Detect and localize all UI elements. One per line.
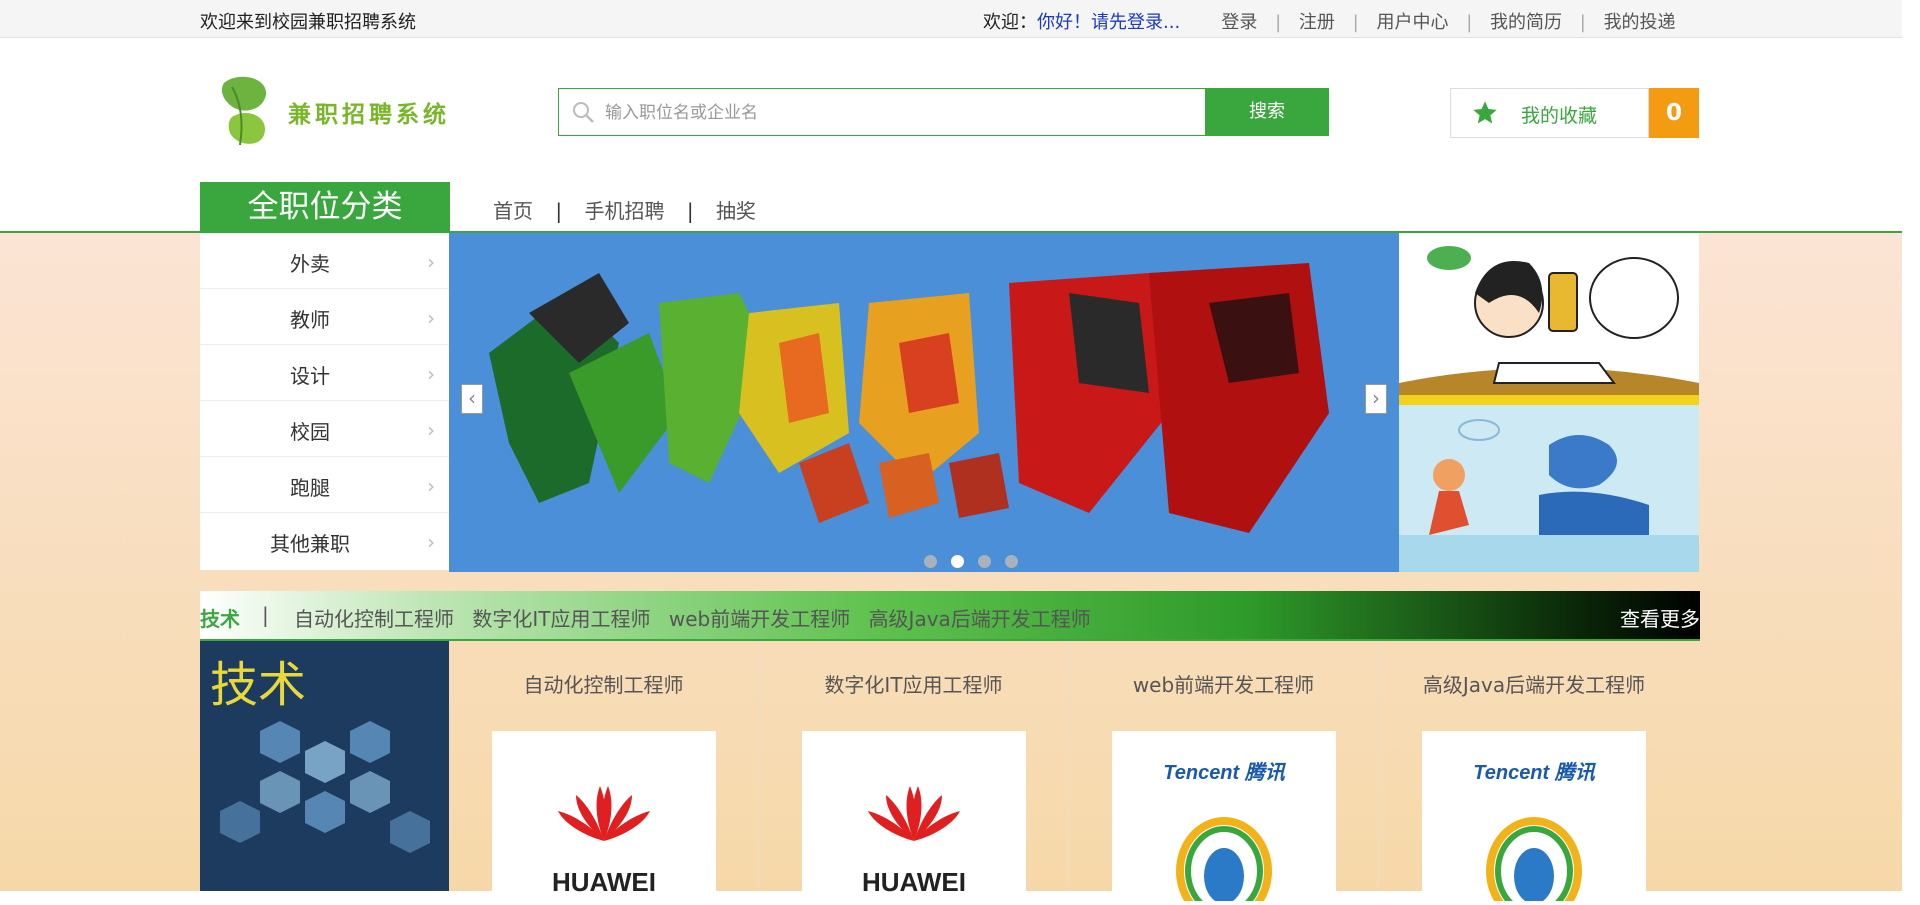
top-nav-divider: | bbox=[1579, 12, 1586, 33]
sidebar-item-design[interactable]: 设计 › bbox=[200, 345, 449, 401]
sidebar-item-label: 教师 bbox=[290, 308, 330, 332]
top-nav-divider: | bbox=[1466, 12, 1473, 33]
sidebar-item-label: 校园 bbox=[290, 420, 330, 444]
sidebar-item-label: 其他兼职 bbox=[270, 532, 350, 556]
svg-text:HUAWEI: HUAWEI bbox=[552, 867, 656, 897]
nav-home[interactable]: 首页 bbox=[493, 199, 533, 223]
chevron-right-icon: › bbox=[427, 250, 435, 274]
huawei-logo-icon: HUAWEI bbox=[552, 786, 656, 897]
top-bar: 欢迎来到校园兼职招聘系统 欢迎：你好！请先登录... 登录 | 注册 | 用户中… bbox=[0, 0, 1902, 38]
star-icon bbox=[1473, 101, 1497, 124]
nav-lottery[interactable]: 抽奖 bbox=[716, 199, 756, 223]
sidebar-item-campus[interactable]: 校园 › bbox=[200, 401, 449, 457]
carousel-dot[interactable] bbox=[924, 555, 937, 568]
cartoon-student-illustration bbox=[1399, 233, 1699, 405]
chevron-right-icon: › bbox=[427, 306, 435, 330]
company-logo-card[interactable]: HUAWEI bbox=[492, 731, 716, 901]
job-title[interactable]: 自动化控制工程师 bbox=[449, 669, 758, 698]
job-title[interactable]: 高级Java后端开发工程师 bbox=[1379, 669, 1689, 698]
tech-job-links: 自动化控制工程师 数字化IT应用工程师 web前端开发工程师 高级Java后端开… bbox=[294, 603, 1103, 632]
sidebar-item-label: 外卖 bbox=[290, 252, 330, 276]
job-title[interactable]: web前端开发工程师 bbox=[1069, 669, 1378, 698]
tech-link-web-frontend[interactable]: web前端开发工程师 bbox=[669, 607, 850, 631]
svg-text:Tencent 腾讯: Tencent 腾讯 bbox=[1163, 761, 1286, 784]
tech-link-digital-it[interactable]: 数字化IT应用工程师 bbox=[472, 607, 650, 631]
leaf-logo-icon[interactable] bbox=[218, 73, 272, 148]
tech-link-java-backend[interactable]: 高级Java后端开发工程师 bbox=[869, 607, 1091, 631]
company-logo-card[interactable]: Tencent 腾讯 bbox=[1422, 731, 1646, 905]
svg-text:HUAWEI: HUAWEI bbox=[862, 867, 966, 897]
carousel-dots bbox=[924, 553, 1032, 572]
user-center-link[interactable]: 用户中心 bbox=[1376, 12, 1448, 33]
huawei-logo-icon: HUAWEI bbox=[862, 786, 966, 897]
tencent-logo-icon: Tencent 腾讯 bbox=[1473, 761, 1597, 905]
chevron-right-icon: › bbox=[427, 474, 435, 498]
view-more-link[interactable]: 查看更多 bbox=[1620, 603, 1700, 632]
site-welcome-text: 欢迎来到校园兼职招聘系统 bbox=[200, 12, 416, 33]
section-divider: | bbox=[262, 603, 269, 627]
carousel-prev-arrow[interactable]: ‹ bbox=[461, 384, 483, 414]
sidebar-item-label: 设计 bbox=[290, 364, 330, 388]
favorites-count-badge: 0 bbox=[1649, 88, 1699, 138]
carousel-dot[interactable] bbox=[978, 555, 991, 568]
register-link[interactable]: 注册 bbox=[1299, 12, 1335, 33]
job-card[interactable]: 高级Java后端开发工程师 Tencent 腾讯 bbox=[1379, 641, 1689, 905]
job-card[interactable]: 数字化IT应用工程师 HUAWEI bbox=[759, 641, 1069, 901]
banner-carousel[interactable]: ‹ › bbox=[449, 233, 1399, 572]
top-nav-divider: | bbox=[1275, 12, 1282, 33]
sidebar-item-teacher[interactable]: 教师 › bbox=[200, 289, 449, 345]
main-nav: 首页 | 手机招聘 | 抽奖 bbox=[493, 195, 756, 224]
section-title-tech[interactable]: 技术 bbox=[200, 603, 240, 632]
favorites-button[interactable]: 我的收藏 bbox=[1450, 88, 1649, 138]
search-input[interactable] bbox=[603, 97, 1257, 129]
greeting-label: 欢迎： bbox=[983, 12, 1037, 33]
job-title[interactable]: 数字化IT应用工程师 bbox=[759, 669, 1068, 698]
job-card[interactable]: web前端开发工程师 Tencent 腾讯 bbox=[1069, 641, 1379, 905]
sidebar-item-other[interactable]: 其他兼职 › bbox=[200, 513, 449, 568]
carousel-dot-active[interactable] bbox=[951, 555, 964, 568]
chevron-right-icon: › bbox=[427, 418, 435, 442]
tencent-logo-icon: Tencent 腾讯 bbox=[1163, 761, 1287, 905]
login-link[interactable]: 登录 bbox=[1221, 12, 1257, 33]
my-resume-link[interactable]: 我的简历 bbox=[1490, 12, 1562, 33]
chevron-right-icon: › bbox=[427, 530, 435, 554]
nav-divider: | bbox=[555, 199, 563, 223]
company-logo-card[interactable]: Tencent 腾讯 bbox=[1112, 731, 1336, 905]
nav-divider: | bbox=[686, 199, 694, 223]
logo-text: 兼职招聘系统 bbox=[288, 101, 450, 128]
carousel-dot[interactable] bbox=[1005, 555, 1018, 568]
favorites-label: 我的收藏 bbox=[1521, 105, 1598, 127]
svg-text:Tencent 腾讯: Tencent 腾讯 bbox=[1473, 761, 1596, 784]
top-nav-divider: | bbox=[1352, 12, 1359, 33]
carousel-next-arrow[interactable]: › bbox=[1365, 384, 1387, 414]
top-nav-spacer bbox=[1198, 12, 1204, 33]
search-button[interactable]: 搜索 bbox=[1205, 88, 1329, 136]
all-categories-title[interactable]: 全职位分类 bbox=[200, 182, 450, 232]
top-nav: 欢迎：你好！请先登录... 登录 | 注册 | 用户中心 | 我的简历 | 我的… bbox=[983, 8, 1676, 34]
my-applications-link[interactable]: 我的投递 bbox=[1604, 12, 1676, 33]
side-ad-summer-job[interactable] bbox=[1399, 405, 1699, 572]
sidebar-item-errand[interactable]: 跑腿 › bbox=[200, 457, 449, 513]
summer-parttime-illustration bbox=[1399, 405, 1699, 572]
nav-mobile-recruit[interactable]: 手机招聘 bbox=[584, 199, 664, 223]
tech-section-bar: 技术 | 自动化控制工程师 数字化IT应用工程师 web前端开发工程师 高级Ja… bbox=[200, 591, 1700, 641]
company-logo-card[interactable]: HUAWEI bbox=[802, 731, 1026, 901]
side-ad-cartoon[interactable] bbox=[1399, 233, 1699, 405]
sidebar-item-label: 跑腿 bbox=[290, 476, 330, 500]
tech-image-caption: 技术 bbox=[210, 657, 307, 713]
tech-category-image[interactable]: 技术 bbox=[200, 641, 449, 891]
login-prompt-link[interactable]: 你好！请先登录... bbox=[1037, 12, 1180, 33]
sidebar-item-takeout[interactable]: 外卖 › bbox=[200, 233, 449, 289]
category-sidebar: 外卖 › 教师 › 设计 › 校园 › 跑腿 › 其他兼职 › bbox=[200, 233, 449, 570]
tech-link-automation[interactable]: 自动化控制工程师 bbox=[294, 607, 454, 631]
chevron-right-icon: › bbox=[427, 362, 435, 386]
search-icon bbox=[573, 102, 594, 123]
campus-recruit-banner-image bbox=[449, 233, 1399, 572]
job-card[interactable]: 自动化控制工程师 HUAWEI bbox=[449, 641, 759, 901]
